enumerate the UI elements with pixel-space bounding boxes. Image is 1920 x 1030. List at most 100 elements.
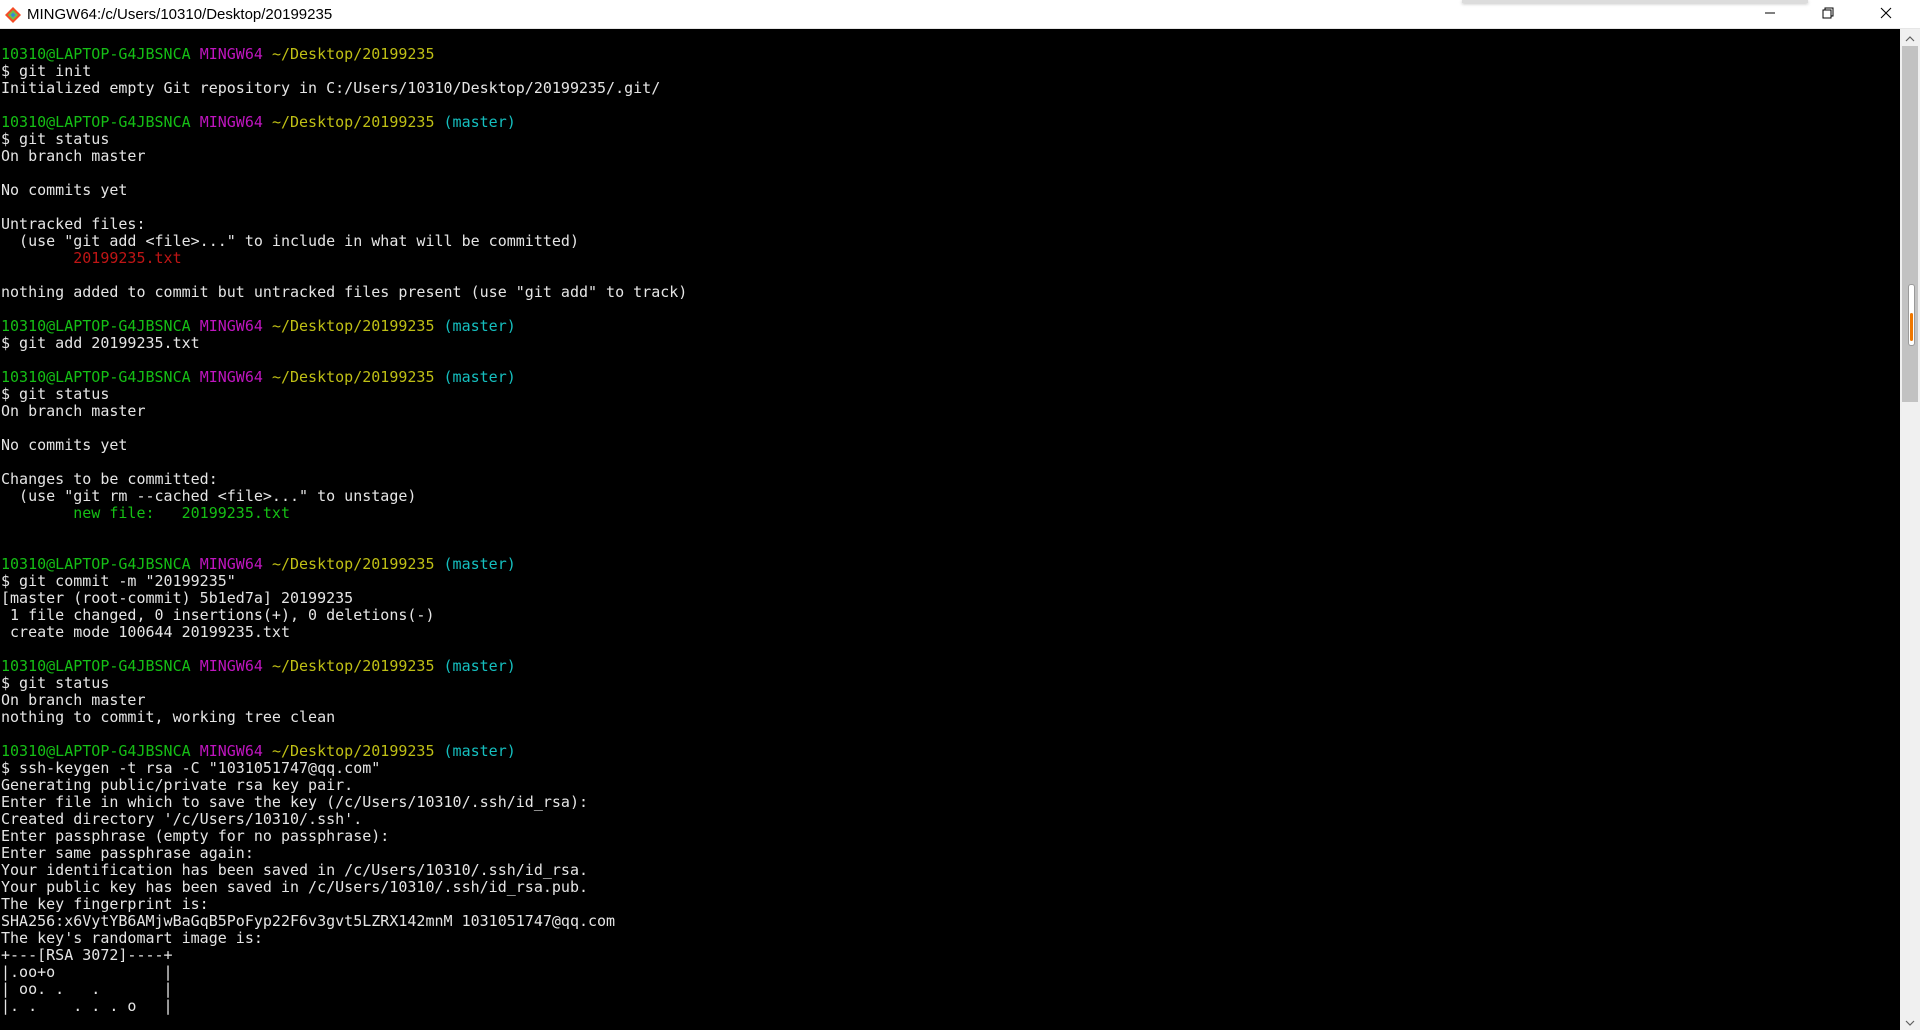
scroll-position-marker (1908, 284, 1915, 346)
terminal-line: 10310@LAPTOP-G4JBSNCA MINGW64 ~/Desktop/… (0, 369, 1900, 386)
terminal-line: $ git commit -m "20199235" (0, 573, 1900, 590)
prompt-branch: (master) (443, 742, 516, 760)
close-button[interactable] (1857, 0, 1915, 29)
terminal-text: Initialized empty Git repository in C:/U… (1, 79, 661, 97)
window-title: MINGW64:/c/Users/10310/Desktop/20199235 (27, 6, 333, 23)
terminal-line: nothing to commit, working tree clean (0, 709, 1900, 726)
terminal-text: $ git status (1, 130, 110, 148)
terminal-line: 10310@LAPTOP-G4JBSNCA MINGW64 ~/Desktop/… (0, 658, 1900, 675)
scroll-down-button[interactable] (1900, 1013, 1920, 1030)
terminal-line: Enter file in which to save the key (/c/… (0, 794, 1900, 811)
terminal-text: Enter file in which to save the key (/c/… (1, 793, 588, 811)
prompt-mingw: MINGW64 (199, 45, 263, 63)
scroll-up-arrow-icon (1905, 29, 1915, 47)
prompt-branch: (master) (443, 368, 516, 386)
close-icon (1880, 6, 1892, 24)
prompt-user-host: 10310@LAPTOP-G4JBSNCA (1, 113, 191, 131)
prompt-branch: (master) (443, 317, 516, 335)
staged-file: new file: 20199235.txt (73, 504, 290, 522)
terminal-line: Generating public/private rsa key pair. (0, 777, 1900, 794)
prompt-user-host: 10310@LAPTOP-G4JBSNCA (1, 317, 191, 335)
prompt-branch: (master) (443, 113, 516, 131)
terminal-line: On branch master (0, 148, 1900, 165)
terminal-line: ​ (0, 97, 1900, 114)
terminal-text: Created directory '/c/Users/10310/.ssh'. (1, 810, 363, 828)
terminal-text: (use "git add <file>..." to include in w… (1, 232, 579, 250)
prompt-path: ~/Desktop/20199235 (271, 45, 435, 63)
terminal-line: ​ (0, 641, 1900, 658)
prompt-user-host: 10310@LAPTOP-G4JBSNCA (1, 368, 191, 386)
scrollbar-thumb[interactable] (1902, 46, 1918, 402)
terminal-text: $ git add 20199235.txt (1, 334, 200, 352)
terminal-text: $ git status (1, 385, 110, 403)
terminal-line: ​ (0, 522, 1900, 539)
terminal-window: MINGW64:/c/Users/10310/Desktop/20199235 (0, 0, 1920, 1030)
terminal-line: (use "git rm --cached <file>..." to unst… (0, 488, 1900, 505)
prompt-branch: (master) (443, 657, 516, 675)
prompt-path: ~/Desktop/20199235 (271, 657, 435, 675)
terminal-text: $ ssh-keygen -t rsa -C "1031051747@qq.co… (1, 759, 381, 777)
terminal-line: [master (root-commit) 5b1ed7a] 20199235 (0, 590, 1900, 607)
terminal-line: 10310@LAPTOP-G4JBSNCA MINGW64 ~/Desktop/… (0, 556, 1900, 573)
terminal-line: 10310@LAPTOP-G4JBSNCA MINGW64 ~/Desktop/… (0, 743, 1900, 760)
terminal-text: SHA256:x6VytYB6AMjwBaGqB5PoFyp22F6v3gvt5… (1, 912, 616, 930)
terminal-line: +---[RSA 3072]----+ (0, 947, 1900, 964)
terminal-line: On branch master (0, 692, 1900, 709)
prompt-user-host: 10310@LAPTOP-G4JBSNCA (1, 555, 191, 573)
terminal-line: Your public key has been saved in /c/Use… (0, 879, 1900, 896)
prompt-path: ~/Desktop/20199235 (271, 742, 435, 760)
terminal-text: The key fingerprint is: (1, 895, 209, 913)
maximize-button[interactable] (1799, 0, 1857, 29)
terminal-line: ​ (0, 726, 1900, 743)
scroll-marker-highlight (1910, 313, 1913, 341)
prompt-mingw: MINGW64 (199, 555, 263, 573)
terminal-text: | oo. . . | (1, 980, 173, 998)
terminal-text: $ git init (1, 62, 92, 80)
title-bar[interactable]: MINGW64:/c/Users/10310/Desktop/20199235 (0, 0, 1920, 29)
terminal-line: (use "git add <file>..." to include in w… (0, 233, 1900, 250)
terminal-line: create mode 100644 20199235.txt (0, 624, 1900, 641)
scroll-up-button[interactable] (1900, 29, 1920, 46)
terminal-line: The key's randomart image is: (0, 930, 1900, 947)
prompt-mingw: MINGW64 (199, 113, 263, 131)
terminal-lines: 10310@LAPTOP-G4JBSNCA MINGW64 ~/Desktop/… (0, 29, 1900, 1015)
terminal-line: $ git status (0, 675, 1900, 692)
terminal-text: [master (root-commit) 5b1ed7a] 20199235 (1, 589, 354, 607)
terminal-text: +---[RSA 3072]----+ (1, 946, 173, 964)
prompt-user-host: 10310@LAPTOP-G4JBSNCA (1, 742, 191, 760)
untracked-file: 20199235.txt (73, 249, 182, 267)
git-bash-icon (4, 6, 22, 24)
terminal-text: Generating public/private rsa key pair. (1, 776, 354, 794)
terminal-line: $ git add 20199235.txt (0, 335, 1900, 352)
terminal-line: | oo. . . | (0, 981, 1900, 998)
terminal-line: No commits yet (0, 437, 1900, 454)
terminal-text: Your public key has been saved in /c/Use… (1, 878, 588, 896)
terminal-text: 1 file changed, 0 insertions(+), 0 delet… (1, 606, 435, 624)
terminal-line: $ git status (0, 131, 1900, 148)
terminal-line: 1 file changed, 0 insertions(+), 0 delet… (0, 607, 1900, 624)
terminal-text: The key's randomart image is: (1, 929, 263, 947)
terminal-line: ​ (0, 352, 1900, 369)
minimize-button[interactable] (1741, 0, 1799, 29)
terminal-text: Enter passphrase (empty for no passphras… (1, 827, 390, 845)
terminal-line: ​ (0, 420, 1900, 437)
terminal-line: ​ (0, 267, 1900, 284)
vertical-scrollbar[interactable] (1900, 29, 1920, 1030)
terminal-line: On branch master (0, 403, 1900, 420)
terminal-line: 20199235.txt (0, 250, 1900, 267)
terminal-line: SHA256:x6VytYB6AMjwBaGqB5PoFyp22F6v3gvt5… (0, 913, 1900, 930)
terminal-output[interactable]: 10310@LAPTOP-G4JBSNCA MINGW64 ~/Desktop/… (0, 29, 1900, 1030)
